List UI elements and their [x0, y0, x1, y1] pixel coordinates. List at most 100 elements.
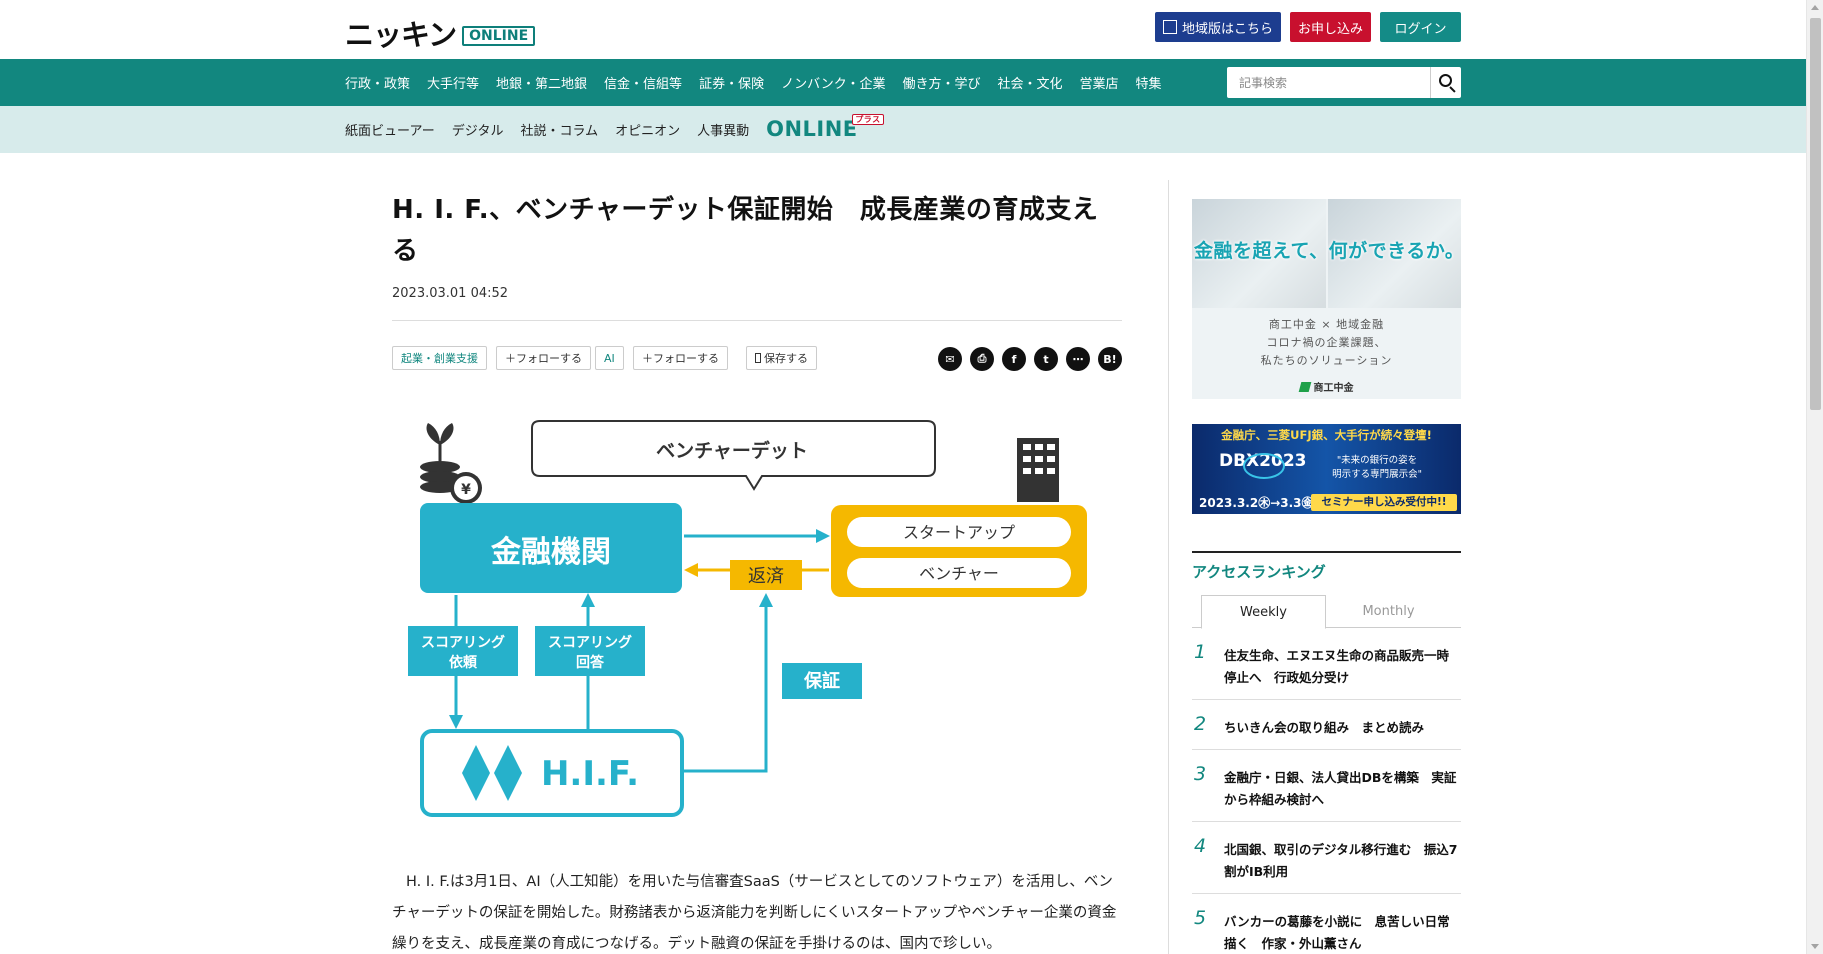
site-logo[interactable]: ニッキン ONLINE: [345, 12, 536, 54]
shokochukin-logo-icon: [1298, 382, 1311, 392]
ad-shokochukin[interactable]: 金融を超えて、何ができるか。 商工中金 × 地域金融 コロナ禍の企業課題、 私た…: [1192, 199, 1461, 399]
nav2-item-jinji[interactable]: 人事異動: [697, 120, 749, 139]
ad2-cta: セミナー申し込み受付中!!: [1311, 494, 1457, 511]
nav-item-tokushu[interactable]: 特集: [1136, 73, 1162, 92]
hif-box: H.I.F.: [420, 729, 684, 817]
follow-button-kigyo[interactable]: ＋フォローする: [496, 346, 591, 370]
article-body: H. I. F.は3月1日、AI（人工知能）を用いた与信審査SaaS（サービスと…: [392, 874, 1117, 952]
share-buttons: ✉ ⎙ f t ⋯ B!: [930, 347, 1122, 371]
ad1-headline: 金融を超えて、何ができるか。: [1194, 240, 1461, 262]
scoring-request-box: スコアリング 依頼: [408, 626, 518, 676]
article-date: 2023.03.01 04:52: [392, 286, 509, 301]
twitter-icon[interactable]: t: [1034, 347, 1058, 371]
logo-online-badge: ONLINE: [462, 26, 536, 46]
facebook-icon[interactable]: f: [1002, 347, 1026, 371]
tab-monthly[interactable]: Monthly: [1326, 595, 1451, 628]
repay-label-box: 返済: [730, 560, 802, 590]
nav-item-shoken[interactable]: 証券・保険: [699, 73, 764, 92]
dbx-logo: DBX2023: [1219, 451, 1307, 481]
repay-label: 返済: [748, 566, 784, 587]
ad-dbx2023[interactable]: 金融庁、三菱UFJ銀、大手行が続々登壇! DBX2023 "未来の銀行の姿を 明…: [1192, 424, 1461, 514]
title-divider: [392, 320, 1122, 321]
sidebar: 金融を超えて、何ができるか。 商工中金 × 地域金融 コロナ禍の企業課題、 私た…: [1192, 199, 1461, 954]
ranking-tabs: Weekly Monthly: [1192, 595, 1461, 629]
ad1-brand-name: 商工中金: [1313, 383, 1354, 394]
nav-item-shakai[interactable]: 社会・文化: [997, 73, 1062, 92]
nav-item-gyosei[interactable]: 行政・政策: [345, 73, 410, 92]
site-header: ニッキン ONLINE 地域版はこちら お申し込み ログイン: [0, 0, 1806, 59]
building-icon: [1162, 20, 1177, 34]
secondary-nav: 紙面ビューアー デジタル 社説・コラム オピニオン 人事異動 ONLINE プラ…: [0, 106, 1806, 153]
tag-topic-kigyo[interactable]: 起業・創業支援: [392, 346, 487, 370]
ranking-item[interactable]: 1 住友生命、エヌエヌ生命の商品販売一時停止へ 行政処分受け: [1192, 628, 1461, 700]
search-input[interactable]: [1227, 67, 1427, 98]
ad1-line-2: コロナ禍の企業課題、: [1266, 336, 1387, 349]
ranking-item[interactable]: 2 ちいきん会の取り組み まとめ読み: [1192, 700, 1461, 750]
bubble-text: ベンチャーデット: [656, 439, 808, 462]
rank-number: 5: [1194, 907, 1207, 929]
ad2-top-text: 金融庁、三菱UFJ銀、大手行が続々登壇!: [1221, 428, 1432, 442]
line-icon[interactable]: ⋯: [1066, 347, 1090, 371]
nav2-item-online-plus[interactable]: ONLINE プラス: [766, 113, 884, 141]
bank-label: 金融機関: [490, 535, 611, 570]
ad2-slogan: "未来の銀行の姿を 明示する専門展示会": [1302, 454, 1452, 482]
mail-icon[interactable]: ✉: [938, 347, 962, 371]
nav-item-chigin[interactable]: 地銀・第二地銀: [496, 73, 587, 92]
scoring-request-label-1: スコアリング: [421, 634, 505, 651]
rank-title: バンカーの葛藤を小説に 息苦しい日常描く 作家・外山薫さん: [1224, 914, 1450, 951]
search-button[interactable]: [1430, 67, 1461, 98]
logo-text: ニッキン: [345, 18, 457, 52]
tab-weekly[interactable]: Weekly: [1201, 595, 1326, 629]
online-plus-label: ONLINE: [766, 116, 858, 141]
nav-item-hatarakikata[interactable]: 働き方・学び: [902, 73, 980, 92]
nav-item-eigyoten[interactable]: 営業店: [1080, 73, 1119, 92]
rank-title: 金融庁・日銀、法人貸出DBを構築 実証から枠組み検討へ: [1224, 770, 1457, 807]
primary-nav: 行政・政策 大手行等 地銀・第二地銀 信金・信組等 証券・保険 ノンバンク・企業…: [0, 59, 1806, 106]
rank-title: ちいきん会の取り組み まとめ読み: [1224, 720, 1425, 735]
nav2-item-opinion[interactable]: オピニオン: [615, 120, 680, 139]
svg-text:¥: ¥: [461, 482, 471, 498]
scoring-answer-label-2: 回答: [576, 654, 605, 671]
scoring-answer-label-1: スコアリング: [548, 634, 632, 651]
rank-number: 1: [1194, 641, 1207, 663]
nav-item-ote[interactable]: 大手行等: [427, 73, 479, 92]
ad1-copy: 商工中金 × 地域金融 コロナ禍の企業課題、 私たちのソリューション: [1192, 316, 1461, 370]
ad1-brand: 商工中金: [1192, 379, 1461, 394]
page-scrollbar[interactable]: [1806, 0, 1823, 954]
rank-number: 3: [1194, 763, 1207, 785]
column-divider: [1168, 180, 1169, 954]
save-button[interactable]: 保存する: [746, 346, 817, 370]
ranking-item[interactable]: 3 金融庁・日銀、法人貸出DBを構築 実証から枠組み検討へ: [1192, 750, 1461, 822]
region-edition-button[interactable]: 地域版はこちら: [1155, 12, 1281, 42]
online-plus-badge: プラス: [852, 113, 884, 125]
ad2-slogan-1: "未来の銀行の姿を: [1336, 455, 1418, 466]
print-icon[interactable]: ⎙: [970, 347, 994, 371]
rank-title: 住友生命、エヌエヌ生命の商品販売一時停止へ 行政処分受け: [1224, 648, 1450, 685]
article-title: H. I. F.、ベンチャーデット保証開始 成長産業の育成支える: [392, 195, 1099, 266]
scroll-up-icon[interactable]: [1811, 5, 1819, 10]
follow-button-ai[interactable]: ＋フォローする: [633, 346, 728, 370]
article-diagram: ¥ ベンチャーデット 金融機関 スタートアップ ベンチャー 返済 スコアリング …: [408, 420, 1087, 817]
scoring-answer-box: スコアリング 回答: [535, 626, 645, 676]
startup-venture-box: スタートアップ ベンチャー: [831, 505, 1087, 597]
nav-item-shinkin[interactable]: 信金・信組等: [604, 73, 682, 92]
tag-topic-ai[interactable]: AI: [595, 346, 624, 370]
region-edition-label: 地域版はこちら: [1181, 21, 1273, 37]
hatena-bookmark-icon[interactable]: B!: [1098, 347, 1122, 371]
apply-button[interactable]: お申し込み: [1290, 12, 1371, 42]
hif-label: H.I.F.: [541, 754, 639, 794]
venture-debt-bubble: ベンチャーデット: [531, 420, 936, 491]
nav2-item-column[interactable]: 社説・コラム: [520, 120, 598, 139]
ad1-line-1: 商工中金 × 地域金融: [1268, 318, 1385, 331]
nav2-item-viewer[interactable]: 紙面ビューアー: [345, 120, 435, 139]
scroll-down-icon[interactable]: [1811, 944, 1819, 949]
ad1-line-3: 私たちのソリューション: [1260, 354, 1393, 367]
nav2-item-digital[interactable]: デジタル: [452, 120, 504, 139]
ranking-item[interactable]: 4 北国銀、取引のデジタル移行進む 振込7割がIB利用: [1192, 822, 1461, 894]
ad2-slogan-2: 明示する専門展示会": [1332, 469, 1422, 480]
venture-label: ベンチャー: [919, 564, 999, 583]
ranking-item[interactable]: 5 バンカーの葛藤を小説に 息苦しい日常描く 作家・外山薫さん: [1192, 894, 1461, 954]
scroll-thumb[interactable]: [1810, 18, 1821, 410]
login-button[interactable]: ログイン: [1380, 12, 1461, 42]
nav-item-nonbank[interactable]: ノンバンク・企業: [781, 73, 885, 92]
